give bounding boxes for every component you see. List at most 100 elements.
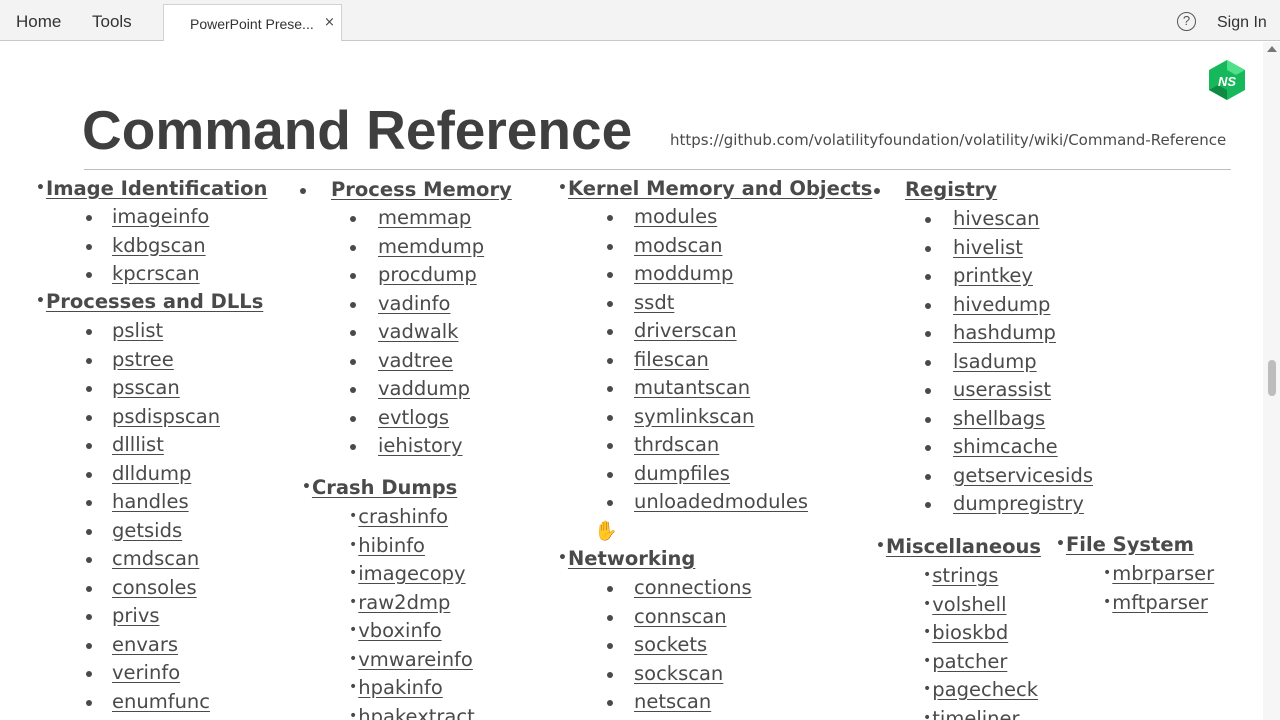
- command-link[interactable]: •mbrparser: [1103, 562, 1214, 585]
- command-label: raw2dmp: [358, 590, 451, 614]
- command-link[interactable]: •raw2dmp: [349, 591, 450, 614]
- command-link[interactable]: •timeliner: [923, 707, 1020, 720]
- group-heading[interactable]: •Crash Dumps: [302, 476, 457, 499]
- command-link[interactable]: vaddump: [378, 377, 470, 400]
- bullet-icon: [86, 272, 92, 278]
- help-icon[interactable]: ?: [1177, 12, 1196, 31]
- command-link[interactable]: evtlogs: [378, 406, 449, 429]
- command-label: netscan: [634, 690, 712, 713]
- bullet-icon: [350, 387, 356, 393]
- group-heading[interactable]: •Processes and DLLs: [36, 290, 263, 313]
- command-link[interactable]: printkey: [953, 264, 1033, 287]
- command-link[interactable]: symlinkscan: [634, 405, 754, 428]
- command-link[interactable]: connscan: [634, 605, 727, 628]
- command-link[interactable]: verinfo: [112, 661, 180, 684]
- command-link[interactable]: •imagecopy: [349, 562, 466, 585]
- command-link[interactable]: sockscan: [634, 662, 723, 685]
- command-link[interactable]: iehistory: [378, 434, 462, 457]
- command-link[interactable]: enumfunc: [112, 690, 210, 713]
- command-link[interactable]: sockets: [634, 633, 707, 656]
- command-link[interactable]: unloadedmodules: [634, 490, 808, 513]
- command-link[interactable]: mutantscan: [634, 376, 750, 399]
- command-link[interactable]: pslist: [112, 319, 163, 342]
- command-link[interactable]: vadwalk: [378, 320, 458, 343]
- group-heading[interactable]: •Miscellaneous: [876, 535, 1041, 558]
- command-link[interactable]: cmdscan: [112, 547, 199, 570]
- command-link[interactable]: connections: [634, 576, 752, 599]
- command-link[interactable]: •hpakextract: [349, 705, 475, 720]
- command-link[interactable]: hashdump: [953, 321, 1056, 344]
- command-link[interactable]: lsadump: [953, 350, 1037, 373]
- command-link[interactable]: pstree: [112, 348, 174, 371]
- command-link[interactable]: kpcrscan: [112, 262, 200, 285]
- reference-url[interactable]: https://github.com/volatilityfoundation/…: [670, 131, 1226, 149]
- command-link[interactable]: driverscan: [634, 319, 737, 342]
- command-link[interactable]: shimcache: [953, 435, 1058, 458]
- group-heading[interactable]: Process Memory: [300, 178, 512, 201]
- command-link[interactable]: ssdt: [634, 291, 674, 314]
- command-link[interactable]: kdbgscan: [112, 234, 206, 257]
- command-link[interactable]: •pagecheck: [923, 678, 1038, 701]
- command-link[interactable]: •bioskbd: [923, 621, 1008, 644]
- command-link[interactable]: thrdscan: [634, 433, 719, 456]
- command-link[interactable]: vadinfo: [378, 292, 450, 315]
- bullet-icon: •: [923, 567, 932, 583]
- bullet-icon: •: [349, 508, 358, 524]
- command-link[interactable]: consoles: [112, 576, 197, 599]
- command-link[interactable]: procdump: [378, 263, 477, 286]
- bullet-icon: •: [349, 679, 358, 695]
- command-link[interactable]: hivedump: [953, 293, 1050, 316]
- command-link[interactable]: dlldump: [112, 462, 191, 485]
- command-link[interactable]: vadtree: [378, 349, 453, 372]
- command-link[interactable]: •mftparser: [1103, 591, 1208, 614]
- command-link[interactable]: modscan: [634, 234, 723, 257]
- command-link[interactable]: getsids: [112, 519, 182, 542]
- command-link[interactable]: filescan: [634, 348, 709, 371]
- command-link[interactable]: memdump: [378, 235, 484, 258]
- command-link[interactable]: memmap: [378, 206, 471, 229]
- command-link[interactable]: dumpfiles: [634, 462, 730, 485]
- command-link[interactable]: dumpregistry: [953, 492, 1084, 515]
- command-link[interactable]: psdispscan: [112, 405, 220, 428]
- scroll-thumb[interactable]: [1268, 360, 1276, 396]
- command-link[interactable]: •patcher: [923, 650, 1007, 673]
- menu-home[interactable]: Home: [16, 12, 61, 32]
- sign-in-link[interactable]: Sign In: [1217, 14, 1267, 32]
- command-link[interactable]: userassist: [953, 378, 1051, 401]
- group-heading[interactable]: •Kernel Memory and Objects: [558, 177, 872, 200]
- command-link[interactable]: •volshell: [923, 593, 1007, 616]
- close-icon[interactable]: ×: [324, 15, 335, 30]
- command-link[interactable]: dlllist: [112, 433, 164, 456]
- menu-tools[interactable]: Tools: [92, 12, 132, 32]
- command-label: getsids: [112, 518, 183, 542]
- command-link[interactable]: imageinfo: [112, 205, 209, 228]
- command-link[interactable]: •vboxinfo: [349, 619, 442, 642]
- group-heading[interactable]: Registry: [874, 178, 997, 201]
- command-link[interactable]: envars: [112, 633, 178, 656]
- command-link[interactable]: moddump: [634, 262, 733, 285]
- document-tab[interactable]: PowerPoint Prese... ×: [163, 4, 342, 41]
- command-link[interactable]: •vmwareinfo: [349, 648, 473, 671]
- command-link[interactable]: hivelist: [953, 236, 1023, 259]
- group-heading[interactable]: •Networking: [558, 547, 695, 570]
- command-link[interactable]: •crashinfo: [349, 505, 448, 528]
- bullet-icon: •: [36, 293, 45, 309]
- command-link[interactable]: getservicesids: [953, 464, 1093, 487]
- command-link[interactable]: •hpakinfo: [349, 676, 443, 699]
- command-link[interactable]: shellbags: [953, 407, 1045, 430]
- bullet-icon: •: [876, 538, 885, 554]
- command-link[interactable]: •strings: [923, 564, 998, 587]
- vertical-scrollbar[interactable]: [1263, 42, 1280, 720]
- command-link[interactable]: modules: [634, 205, 717, 228]
- bullet-icon: [86, 500, 92, 506]
- command-link[interactable]: •hibinfo: [349, 534, 425, 557]
- command-link[interactable]: privs: [112, 604, 160, 627]
- group-heading[interactable]: •File System: [1056, 533, 1194, 556]
- scroll-up-icon[interactable]: [1267, 46, 1277, 52]
- command-link[interactable]: handles: [112, 490, 189, 513]
- command-label: patcher: [932, 649, 1008, 673]
- group-heading[interactable]: •Image Identification: [36, 177, 267, 200]
- command-link[interactable]: hivescan: [953, 207, 1040, 230]
- command-link[interactable]: psscan: [112, 376, 180, 399]
- command-link[interactable]: netscan: [634, 690, 711, 713]
